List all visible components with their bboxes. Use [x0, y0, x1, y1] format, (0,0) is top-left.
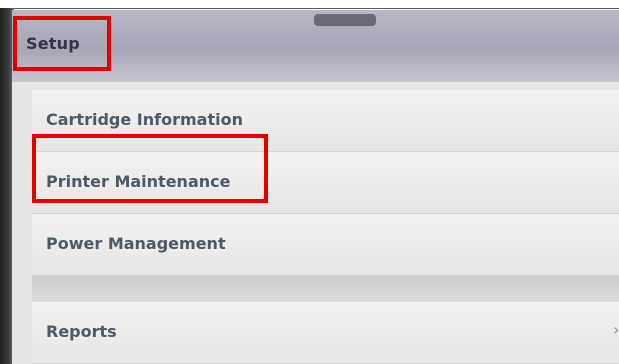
menu-item-reports[interactable]: Reports › [32, 302, 619, 364]
printer-display: Setup Cartridge Information Printer Main… [12, 10, 619, 364]
printer-screen-photo: Setup Cartridge Information Printer Main… [0, 0, 619, 364]
chevron-right-icon: › [613, 320, 619, 339]
menu-item-printer-maintenance[interactable]: Printer Maintenance [32, 152, 619, 214]
menu-item-label: Reports [46, 322, 117, 341]
top-divider [0, 8, 619, 9]
header-bar: Setup [12, 10, 619, 82]
menu-item-cartridge-information[interactable]: Cartridge Information [32, 90, 619, 152]
menu-item-power-management[interactable]: Power Management [32, 214, 619, 276]
page-title: Setup [26, 34, 80, 53]
menu-item-label: Cartridge Information [46, 110, 243, 129]
setup-menu: Cartridge Information Printer Maintenanc… [32, 82, 619, 364]
section-divider [32, 276, 619, 302]
menu-item-label: Power Management [46, 234, 226, 253]
pull-down-tab[interactable] [314, 14, 376, 26]
menu-item-label: Printer Maintenance [46, 172, 231, 191]
